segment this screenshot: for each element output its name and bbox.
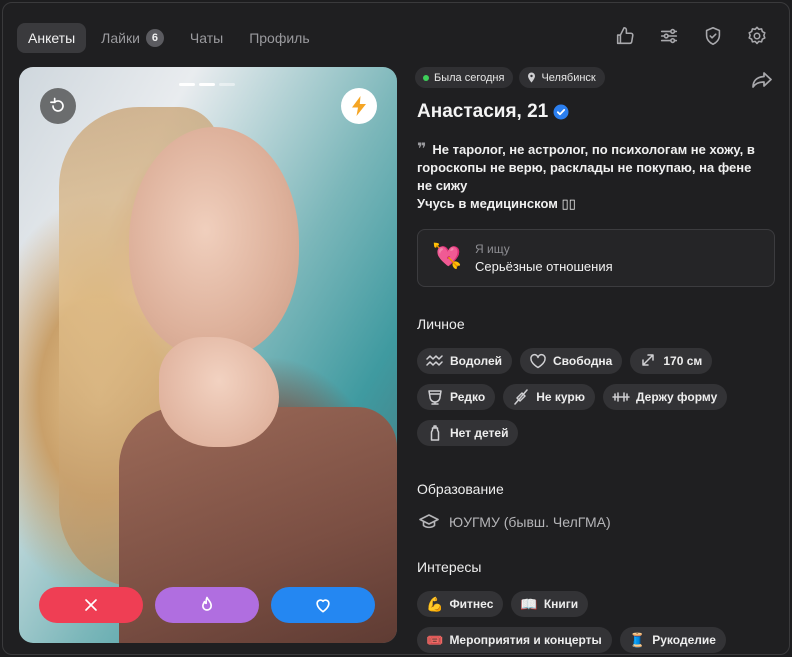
seeking-card: 💘 Я ищу Серьёзные отношения xyxy=(417,229,775,287)
tag-label: Свободна xyxy=(553,354,613,368)
flame-icon xyxy=(202,596,212,611)
tag-kids: Нет детей xyxy=(417,420,519,446)
tag-smoking: Не курю xyxy=(503,384,595,410)
online-dot-icon xyxy=(423,74,429,81)
location-pin-icon xyxy=(527,72,536,83)
tag-label: Не курю xyxy=(536,390,585,404)
tab-label: Лайки xyxy=(101,30,140,46)
tag-zodiac: Водолей xyxy=(417,348,513,374)
status-chips: Была сегодня Челябинск xyxy=(415,67,777,88)
dislike-button[interactable] xyxy=(39,587,143,623)
undo-button[interactable] xyxy=(40,88,76,124)
tab-label: Профиль xyxy=(249,30,310,46)
interest-tag: 🧵 Рукоделие xyxy=(619,627,726,653)
city-text: Челябинск xyxy=(541,71,596,84)
city-chip: Челябинск xyxy=(519,67,605,88)
bio-line-1: Не таролог, не астролог, по психологам н… xyxy=(417,142,755,193)
bio-line-2: Учусь в медицинском ▯▯ xyxy=(417,196,576,211)
tag-label: 170 см xyxy=(663,354,703,368)
interest-tag: 💪 Фитнес xyxy=(417,591,504,617)
tab-likes[interactable]: Лайки 6 xyxy=(90,23,175,53)
tag-label: Мероприятия и концерты xyxy=(449,633,602,647)
tag-label: Рукоделие xyxy=(652,633,716,647)
lightning-icon xyxy=(352,96,366,116)
thread-icon: 🧵 xyxy=(628,631,647,648)
close-icon xyxy=(85,599,97,611)
boost-button[interactable] xyxy=(341,88,377,124)
interest-tag: 🎟️ Мероприятия и концерты xyxy=(417,627,612,653)
share-icon[interactable] xyxy=(751,71,773,89)
photo-indicator[interactable] xyxy=(199,83,215,86)
tag-label: Водолей xyxy=(450,354,503,368)
photo-indicator[interactable] xyxy=(179,83,195,86)
personal-tags: Водолей Свободна 170 см Редко Не курю Де… xyxy=(417,348,777,446)
online-status-chip: Была сегодня xyxy=(415,67,514,88)
tag-label: Книги xyxy=(543,597,579,611)
app-window: Анкеты Лайки 6 Чаты Профиль Была сегодня… xyxy=(2,2,790,655)
photo-indicators xyxy=(179,83,235,86)
undo-icon xyxy=(50,97,64,112)
book-icon: 📖 xyxy=(520,595,538,612)
dumbbell-icon xyxy=(612,389,630,405)
no-smoking-icon xyxy=(512,389,530,405)
status-text: Была сегодня xyxy=(434,71,505,84)
photo-content xyxy=(159,337,279,447)
tag-label: Редко xyxy=(450,390,486,404)
tag-label: Держу форму xyxy=(635,390,718,404)
heart-arrow-icon: 💘 xyxy=(432,243,462,270)
interests-title: Интересы xyxy=(417,559,482,575)
height-icon xyxy=(639,353,657,369)
ticket-icon: 🎟️ xyxy=(426,631,444,648)
quote-icon: ❞ xyxy=(417,141,427,158)
baby-bottle-icon xyxy=(426,425,444,441)
like-button[interactable] xyxy=(271,587,375,623)
profile-photo[interactable] xyxy=(19,67,397,643)
tag-relationship: Свободна xyxy=(520,348,623,374)
biceps-icon: 💪 xyxy=(426,595,444,612)
thumbs-up-icon[interactable] xyxy=(613,24,637,48)
aquarius-icon xyxy=(426,353,444,369)
shield-check-icon[interactable] xyxy=(701,24,725,48)
tab-chats[interactable]: Чаты xyxy=(179,23,234,53)
filters-icon[interactable] xyxy=(657,24,681,48)
tab-label: Чаты xyxy=(189,30,224,46)
seeking-label: Я ищу xyxy=(475,242,510,256)
tag-height: 170 см xyxy=(630,348,713,374)
graduation-cap-icon xyxy=(419,514,439,529)
photo-indicator[interactable] xyxy=(219,83,235,86)
top-nav: Анкеты Лайки 6 Чаты Профиль xyxy=(17,23,325,53)
tab-ankety[interactable]: Анкеты xyxy=(17,23,87,53)
gear-icon[interactable] xyxy=(745,24,769,48)
tag-label: Фитнес xyxy=(449,597,494,611)
verified-badge-icon xyxy=(553,104,569,120)
tag-label: Нет детей xyxy=(450,426,509,440)
superlike-button[interactable] xyxy=(155,587,259,623)
personal-title: Личное xyxy=(417,316,465,332)
likes-count-badge: 6 xyxy=(145,29,164,47)
profile-name: Анастасия, 21 xyxy=(417,101,549,122)
swipe-actions xyxy=(39,587,375,623)
bio: ❞ Не таролог, не астролог, по психологам … xyxy=(417,141,767,213)
education-value: ЮУГМУ (бывш. ЧелГМА) xyxy=(449,514,611,530)
profile-info: Была сегодня Челябинск Анастасия, 21 ❞ Не… xyxy=(415,67,777,653)
glass-icon xyxy=(426,389,444,405)
seeking-value: Серьёзные отношения xyxy=(475,259,613,274)
education-row: ЮУГМУ (бывш. ЧелГМА) xyxy=(419,514,611,530)
tag-alcohol: Редко xyxy=(417,384,496,410)
photo-content xyxy=(129,127,299,357)
name-row: Анастасия, 21 xyxy=(417,101,569,123)
heart-icon xyxy=(316,599,330,613)
tab-label: Анкеты xyxy=(28,30,76,46)
education-title: Образование xyxy=(417,481,504,497)
tag-sport: Держу форму xyxy=(602,384,728,410)
heart-outline-icon xyxy=(529,353,547,369)
interest-tags: 💪 Фитнес 📖 Книги 🎟️ Мероприятия и концер… xyxy=(417,591,777,653)
tab-profile[interactable]: Профиль xyxy=(238,23,320,53)
top-toolbar xyxy=(613,24,769,48)
interest-tag: 📖 Книги xyxy=(511,591,589,617)
